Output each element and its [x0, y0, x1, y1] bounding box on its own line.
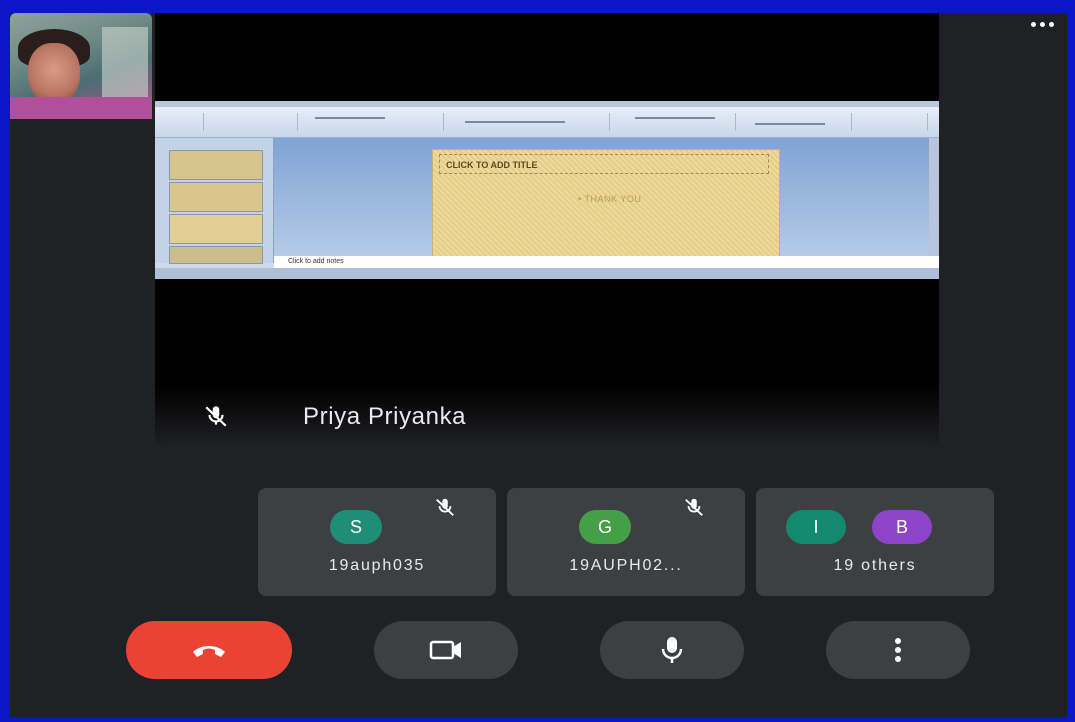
mic-off-icon: [205, 406, 227, 427]
mic-toggle-button[interactable]: [600, 621, 744, 679]
avatar: I: [786, 510, 846, 544]
slide-body-text: • THANK YOU: [578, 194, 642, 204]
notes-placeholder: Click to add notes: [274, 256, 939, 268]
slide-title-placeholder: CLICK TO ADD TITLE: [439, 154, 769, 174]
videocam-icon: [429, 640, 461, 660]
end-call-button[interactable]: [126, 621, 292, 679]
ppt-scrollbar: [929, 138, 939, 263]
ppt-statusbar: [155, 268, 939, 279]
avatar: S: [330, 510, 382, 544]
self-video-feed: [28, 43, 80, 103]
participant-name: 19auph035: [328, 557, 426, 574]
mic-off-icon: [436, 498, 454, 516]
mic-icon: [661, 637, 683, 663]
current-slide: CLICK TO ADD TITLE • THANK YOU: [432, 149, 780, 259]
call-end-icon: [193, 646, 225, 657]
more-options-button[interactable]: [826, 621, 970, 679]
mic-off-icon: [685, 498, 703, 516]
others-tile[interactable]: I B 19 others: [756, 488, 994, 596]
avatar: B: [872, 510, 932, 544]
others-count-label: 19 others: [833, 557, 917, 574]
presenter-name: Priya Priyanka: [303, 403, 467, 430]
more-vert-icon: [895, 638, 901, 662]
participant-tile[interactable]: G 19AUPH02...: [507, 488, 745, 596]
presenter-name-bar: Priya Priyanka: [155, 385, 939, 445]
avatar: G: [579, 510, 631, 544]
screen-share-content: CLICK TO ADD TITLE • THANK YOU Click to …: [155, 101, 939, 279]
ppt-ribbon: [155, 107, 939, 138]
participant-tile[interactable]: S 19auph035: [258, 488, 496, 596]
slide-thumbnails: [155, 138, 274, 264]
presenter-tile[interactable]: CLICK TO ADD TITLE • THANK YOU Click to …: [155, 13, 939, 445]
camera-toggle-button[interactable]: [374, 621, 518, 679]
participant-name: 19AUPH02...: [569, 557, 683, 574]
meeting-window: CLICK TO ADD TITLE • THANK YOU Click to …: [10, 13, 1067, 717]
self-view-tile[interactable]: [10, 13, 1054, 119]
